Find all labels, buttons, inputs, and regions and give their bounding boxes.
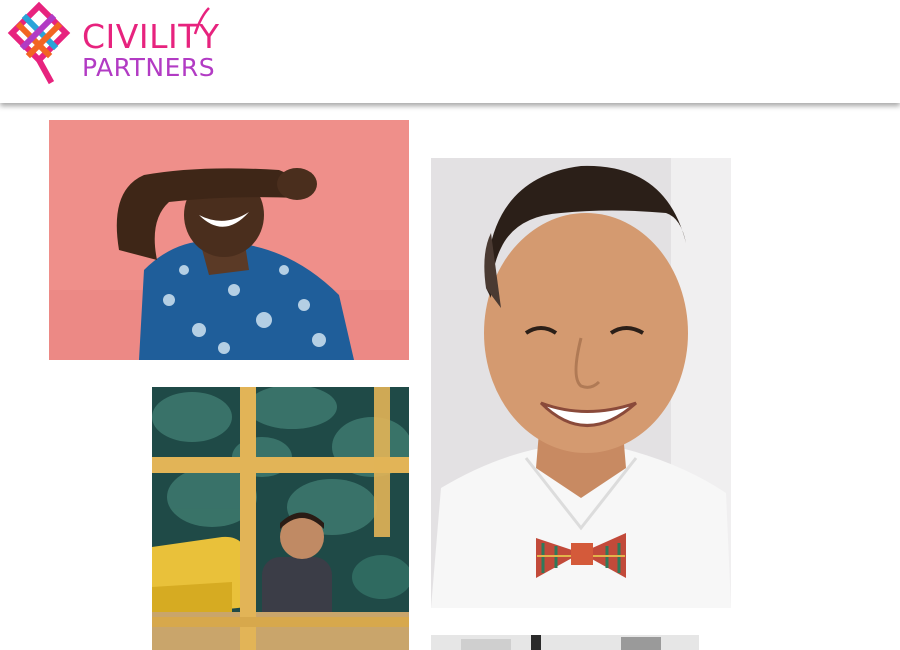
logo-text-partners: PARTNERS [82,53,216,82]
laughing-man-photo [49,120,409,360]
civility-partners-logo[interactable]: CIVILITY PARTNERS [6,0,219,92]
logo-swoosh-icon [193,7,210,35]
logo-mark-icon [7,1,71,85]
smiling-person-bowtie-photo [431,158,731,608]
partial-photo [431,635,699,650]
office-meeting-photo [152,387,409,650]
site-header: CIVILITY PARTNERS [0,0,900,103]
